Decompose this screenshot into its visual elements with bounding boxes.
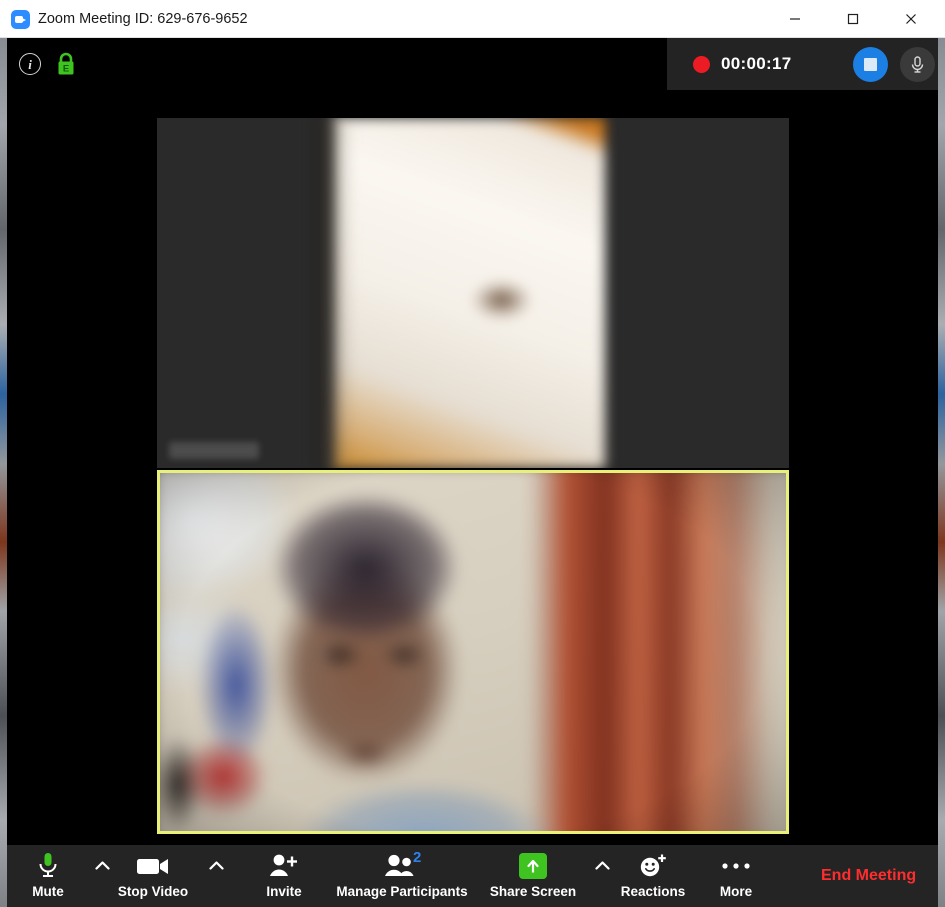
zoom-camera-icon: [11, 10, 30, 29]
add-person-icon: [268, 849, 300, 883]
svg-text:E: E: [63, 63, 69, 74]
meeting-stage: i E 00:00:17 Mute Stop Video Invite 2 Ma…: [7, 38, 938, 907]
more-label: More: [719, 884, 753, 899]
invite-label: Invite: [266, 884, 302, 899]
microphone-on-icon: [36, 849, 60, 883]
share-screen-button[interactable]: Share Screen: [477, 845, 589, 907]
ellipsis-icon: [721, 849, 751, 883]
manage-participants-button[interactable]: 2 Manage Participants: [327, 845, 477, 907]
meeting-topbar: i E 00:00:17: [7, 38, 938, 90]
stop-video-label: Stop Video: [117, 884, 189, 899]
info-icon[interactable]: i: [19, 53, 41, 75]
meeting-toolbar: Mute Stop Video Invite 2 Manage Particip…: [7, 845, 938, 907]
share-up-arrow-icon: [519, 849, 547, 883]
mute-button[interactable]: Mute: [16, 845, 80, 907]
reactions-button[interactable]: Reactions: [610, 845, 696, 907]
record-dot-icon: [693, 56, 710, 73]
video-options-caret-icon[interactable]: [205, 845, 227, 907]
maximize-icon[interactable]: [830, 0, 876, 38]
remote-video-shade: [317, 118, 351, 468]
share-screen-label: Share Screen: [489, 884, 577, 899]
close-icon[interactable]: [888, 0, 934, 38]
green-lock-icon[interactable]: E: [53, 50, 79, 78]
active-speaker-tile[interactable]: [157, 470, 789, 834]
manage-participants-label: Manage Participants: [336, 884, 468, 899]
people-icon: 2: [383, 849, 421, 883]
recording-timer: 00:00:17: [721, 54, 792, 73]
reactions-label: Reactions: [620, 884, 686, 899]
invite-button[interactable]: Invite: [249, 845, 319, 907]
window-titlebar: Zoom Meeting ID: 629-676-9652: [0, 0, 945, 38]
video-vignette: [160, 473, 786, 831]
recording-status-panel: 00:00:17: [667, 38, 938, 90]
video-camera-icon: [135, 849, 171, 883]
stop-recording-icon[interactable]: [853, 47, 888, 82]
remote-name-label: [169, 442, 259, 459]
zoom-meeting-window: Zoom Meeting ID: 629-676-9652 i E 00:00:…: [0, 0, 945, 907]
remote-participant-tile[interactable]: [157, 118, 789, 468]
end-meeting-button[interactable]: End Meeting: [821, 845, 916, 907]
participants-count-badge: 2: [413, 849, 422, 866]
more-button[interactable]: More: [707, 845, 765, 907]
remote-video-feed: [333, 118, 605, 468]
mute-label: Mute: [32, 884, 64, 899]
smiley-plus-icon: [638, 849, 668, 883]
end-meeting-label: End Meeting: [821, 867, 917, 884]
microphone-icon[interactable]: [900, 47, 935, 82]
window-title: Zoom Meeting ID: 629-676-9652: [38, 11, 248, 27]
stop-video-button[interactable]: Stop Video: [108, 845, 198, 907]
minimize-icon[interactable]: [772, 0, 818, 38]
